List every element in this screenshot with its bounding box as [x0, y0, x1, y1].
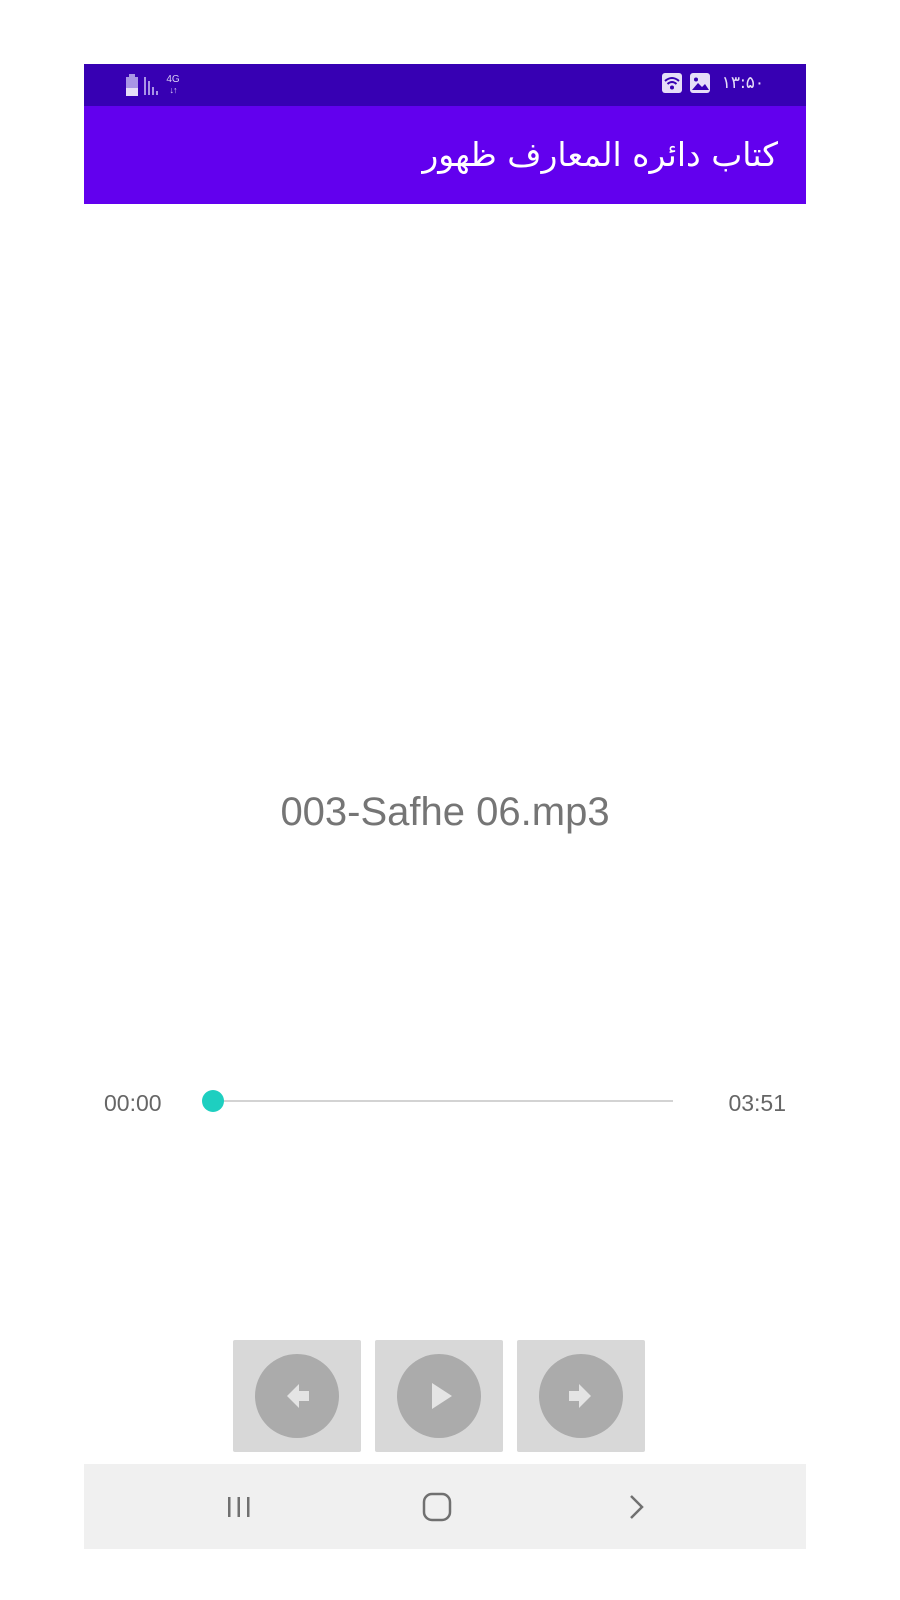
status-bar: 4G ↓↑ ۱۳:۵۰: [84, 64, 806, 106]
next-button[interactable]: [517, 1340, 645, 1452]
status-left-group: 4G ↓↑: [126, 72, 182, 98]
recents-icon: [228, 1496, 250, 1517]
network-activity-icon: ↓↑: [169, 85, 178, 95]
current-time: 00:00: [104, 1090, 162, 1116]
play-button[interactable]: [375, 1340, 503, 1452]
total-time: 03:51: [728, 1090, 786, 1116]
app-bar: کتاب دائره المعارف ظهور: [84, 106, 806, 204]
system-nav-bar: [84, 1464, 806, 1549]
network-type-indicator: 4G ↓↑: [164, 74, 182, 96]
back-button[interactable]: [576, 1464, 696, 1549]
previous-button[interactable]: [233, 1340, 361, 1452]
play-icon: [397, 1354, 481, 1438]
status-time: ۱۳:۵۰: [721, 73, 764, 93]
recents-button[interactable]: [179, 1464, 299, 1549]
home-button[interactable]: [377, 1464, 497, 1549]
home-icon: [422, 1492, 452, 1521]
app-title: کتاب دائره المعارف ظهور: [422, 135, 778, 174]
wifi-icon: [661, 73, 682, 93]
image-icon: [689, 73, 710, 93]
phone-screen: 4G ↓↑ ۱۳:۵۰ کتاب دائره المعارف ظهور 003-…: [84, 64, 806, 1549]
arrow-right-icon: [539, 1354, 623, 1438]
arrow-left-icon: [255, 1354, 339, 1438]
status-right-group: ۱۳:۵۰: [661, 73, 764, 93]
back-icon: [630, 1494, 644, 1519]
signal-icon: [144, 75, 158, 95]
seek-bar[interactable]: [202, 1086, 673, 1116]
battery-icon: [126, 74, 138, 96]
network-type-label: 4G: [166, 74, 180, 85]
seek-thumb[interactable]: [202, 1090, 224, 1112]
seek-track: [213, 1100, 673, 1102]
track-file-name: 003-Safhe 06.mp3: [280, 790, 610, 834]
player-controls: [233, 1340, 645, 1452]
